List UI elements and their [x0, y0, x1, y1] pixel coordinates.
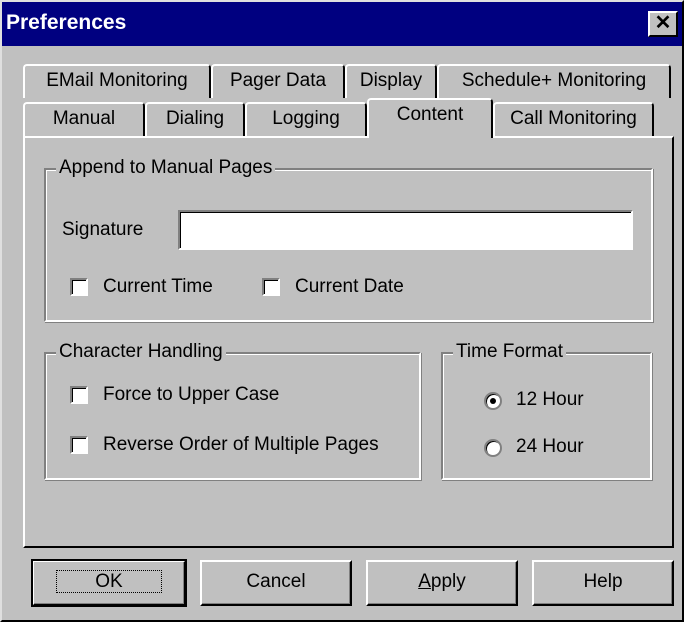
tab-content[interactable]: Content — [367, 98, 493, 138]
close-icon: ✕ — [654, 12, 672, 34]
radio-selected-dot — [490, 398, 496, 404]
cancel-button[interactable]: Cancel — [200, 560, 352, 606]
apply-label: pply — [430, 571, 466, 592]
content-tab-panel: Append to Manual Pages Signature Current… — [23, 136, 674, 548]
close-button[interactable]: ✕ — [648, 11, 678, 37]
12-hour-radio[interactable] — [484, 392, 502, 410]
tab-logging[interactable]: Logging — [245, 102, 367, 136]
tab-display[interactable]: Display — [345, 64, 437, 98]
force-upper-case-label[interactable]: Force to Upper Case — [103, 384, 279, 406]
preferences-dialog: Preferences ✕ EMail Monitoring Pager Dat… — [0, 0, 684, 622]
tab-label: Pager Data — [229, 70, 327, 91]
group-legend: Time Format — [453, 341, 566, 363]
group-legend: Append to Manual Pages — [56, 157, 276, 179]
tab-label: Logging — [272, 108, 340, 129]
append-to-manual-pages-group: Append to Manual Pages Signature Current… — [44, 157, 653, 322]
tab-pager-data[interactable]: Pager Data — [211, 64, 345, 98]
apply-button[interactable]: Apply — [366, 560, 518, 606]
current-date-checkbox[interactable] — [262, 278, 280, 296]
current-time-checkbox[interactable] — [70, 278, 88, 296]
tab-schedule-monitoring[interactable]: Schedule+ Monitoring — [437, 64, 671, 98]
12-hour-label[interactable]: 12 Hour — [516, 389, 584, 411]
tab-manual[interactable]: Manual — [23, 102, 145, 136]
apply-mnemonic: A — [418, 571, 431, 592]
force-upper-case-checkbox[interactable] — [70, 386, 88, 404]
group-legend: Character Handling — [56, 341, 226, 363]
character-handling-group: Character Handling Force to Upper Case R… — [44, 341, 421, 480]
tab-email-monitoring[interactable]: EMail Monitoring — [23, 64, 211, 98]
tab-label: EMail Monitoring — [46, 70, 188, 91]
tab-label: Call Monitoring — [510, 108, 637, 129]
help-label: Help — [583, 571, 623, 592]
time-format-group: Time Format 12 Hour 24 Hour — [441, 341, 652, 480]
reverse-order-label[interactable]: Reverse Order of Multiple Pages — [103, 434, 379, 456]
current-time-label[interactable]: Current Time — [103, 276, 213, 298]
help-button[interactable]: Help — [532, 560, 674, 606]
ok-label: OK — [56, 570, 162, 593]
tab-label: Dialing — [165, 108, 225, 129]
tab-label: Manual — [52, 108, 116, 129]
ok-button[interactable]: OK — [31, 559, 187, 607]
tab-call-monitoring[interactable]: Call Monitoring — [493, 102, 654, 136]
window-title: Preferences — [6, 11, 127, 34]
24-hour-radio[interactable] — [484, 439, 502, 457]
reverse-order-checkbox[interactable] — [70, 436, 88, 454]
tab-dialing[interactable]: Dialing — [145, 102, 245, 136]
signature-input[interactable] — [178, 210, 633, 250]
title-bar[interactable]: Preferences ✕ — [2, 2, 682, 46]
current-date-label[interactable]: Current Date — [295, 276, 404, 298]
tab-label: Display — [359, 70, 423, 91]
cancel-label: Cancel — [246, 571, 306, 592]
signature-label: Signature — [62, 219, 144, 240]
tab-label: Schedule+ Monitoring — [461, 70, 647, 91]
24-hour-label[interactable]: 24 Hour — [516, 436, 584, 458]
tab-label: Content — [396, 104, 464, 125]
